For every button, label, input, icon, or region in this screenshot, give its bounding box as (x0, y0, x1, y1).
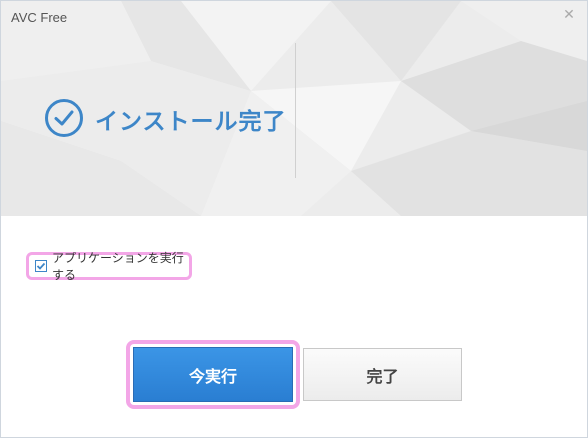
finish-button[interactable]: 完了 (303, 348, 462, 401)
checkbox-checked-icon[interactable] (35, 260, 47, 272)
install-complete-heading: インストール完了 (95, 109, 287, 135)
run-app-label: アプリケーションを実行する (52, 251, 184, 282)
divider (295, 43, 296, 178)
installer-window: AVC Free ✕ インストール完了 アプリケーションを実行する 今実行 完了 (0, 0, 588, 438)
banner: AVC Free ✕ インストール完了 (1, 1, 587, 216)
run-now-highlight: 今実行 (126, 340, 300, 409)
run-now-button[interactable]: 今実行 (133, 347, 293, 402)
close-icon[interactable]: ✕ (559, 5, 579, 25)
banner-background (1, 1, 587, 216)
window-title: AVC Free (11, 10, 68, 25)
check-circle-icon (45, 99, 83, 137)
run-app-checkbox[interactable]: アプリケーションを実行する (26, 251, 192, 282)
